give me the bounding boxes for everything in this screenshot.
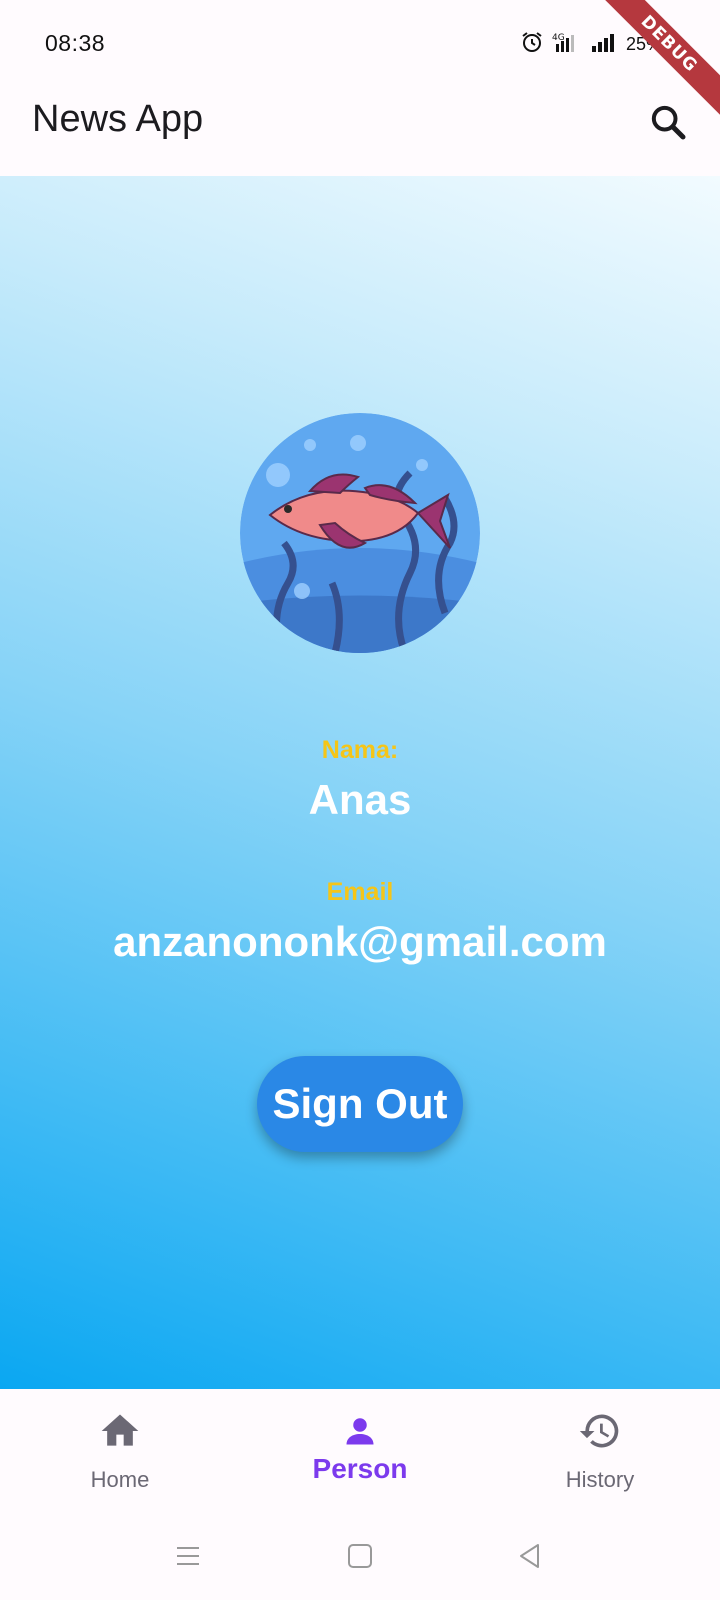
search-button[interactable] (642, 96, 694, 148)
nav-item-history[interactable]: History (480, 1389, 720, 1512)
home-square-icon (348, 1544, 372, 1568)
alarm-icon (520, 30, 544, 59)
battery-text: 25% (625, 34, 662, 54)
nav-item-home[interactable]: Home (0, 1389, 240, 1512)
app-title: News App (32, 98, 204, 140)
sign-out-button[interactable]: Sign Out (257, 1056, 463, 1152)
network-4g-icon: 4G (552, 30, 582, 59)
system-home-button[interactable] (344, 1540, 376, 1572)
status-bar: 08:38 4G 25% (0, 0, 720, 80)
system-menu-button[interactable] (172, 1540, 204, 1572)
nav-label-home: Home (90, 1467, 150, 1492)
nav-item-person[interactable]: Person (240, 1389, 480, 1512)
search-icon (651, 105, 686, 140)
avatar (240, 413, 480, 653)
email-label: Email (326, 878, 394, 906)
menu-icon (177, 1547, 199, 1565)
email-value: anzanononk@gmail.com (113, 918, 607, 965)
home-icon (101, 1414, 139, 1446)
bottom-navigation: Home Person History (0, 1389, 720, 1512)
status-icons: 4G 25% (520, 30, 662, 59)
nav-label-history: History (565, 1467, 635, 1492)
name-label: Nama: (321, 736, 399, 764)
history-icon (579, 1414, 619, 1448)
back-icon (520, 1544, 539, 1568)
name-value: Anas (308, 776, 412, 823)
system-navigation (0, 1512, 720, 1600)
nav-label-person: Person (312, 1453, 408, 1484)
app-bar: News App (0, 80, 720, 176)
system-back-button[interactable] (514, 1540, 546, 1572)
fish-avatar-image (240, 413, 480, 653)
person-icon (346, 1418, 374, 1445)
status-time: 08:38 (45, 30, 106, 56)
profile-screen: Nama: Anas Email anzanononk@gmail.com Si… (0, 176, 720, 1389)
signal-icon (590, 30, 618, 59)
